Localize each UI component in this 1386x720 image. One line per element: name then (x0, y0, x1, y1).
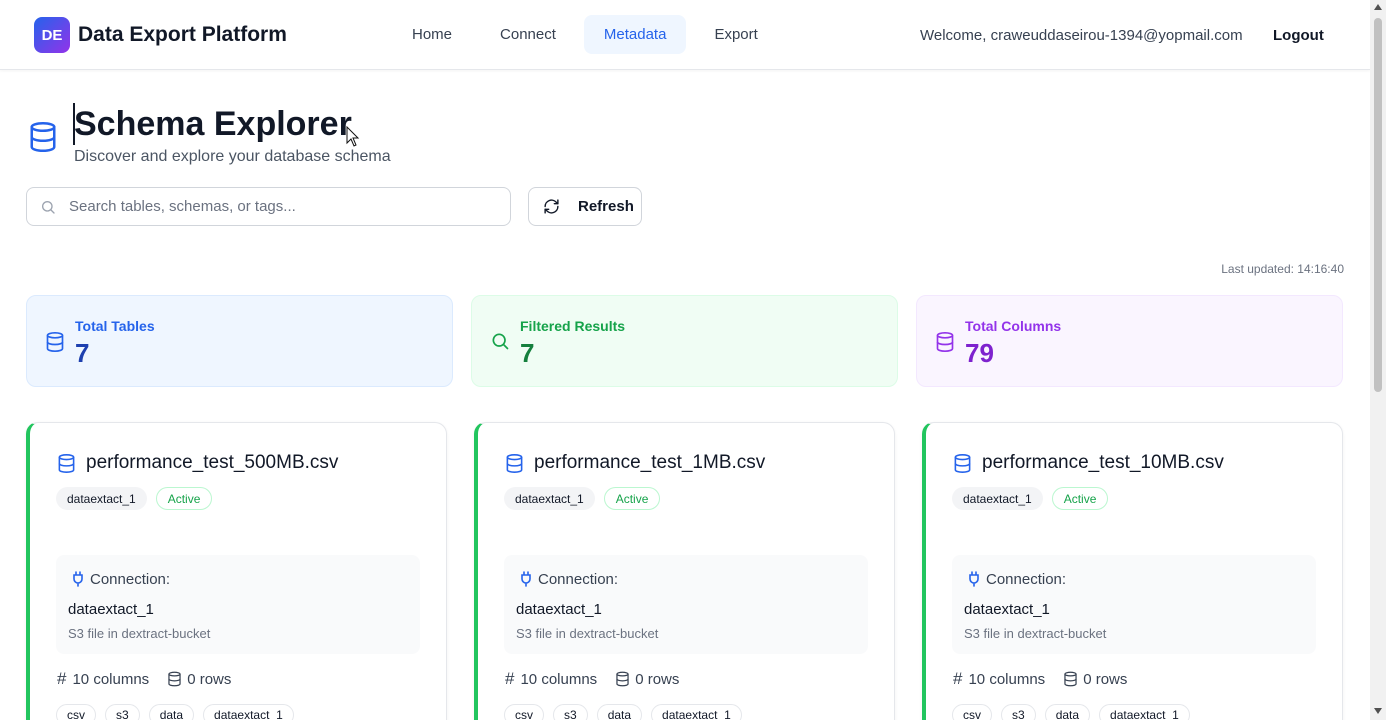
database-icon (30, 122, 56, 153)
row-count: 0 rows (635, 670, 680, 688)
mouse-pointer-icon (346, 126, 360, 147)
table-name[interactable]: performance_test_1MB.csv (534, 452, 765, 474)
connection-name: dataextact_1 (516, 601, 602, 618)
page-subtitle: Discover and explore your database schem… (74, 148, 391, 165)
hash-icon: # (505, 669, 515, 688)
database-icon (1064, 671, 1077, 687)
page-title: Schema Explorer (74, 105, 352, 143)
plug-icon (969, 571, 979, 587)
connection-description: S3 file in dextract-bucket (964, 626, 1107, 641)
row-count: 0 rows (187, 670, 232, 688)
column-count: 10 columns (72, 670, 150, 688)
stat-value: 7 (520, 338, 535, 368)
connection-description: S3 file in dextract-bucket (516, 626, 659, 641)
schema-badge: dataextact_1 (504, 487, 595, 510)
stat-filtered-results: Filtered Results 7 (471, 295, 898, 387)
nav-connect[interactable]: Connect (480, 15, 576, 54)
schema-badge: dataextact_1 (952, 487, 1043, 510)
tag[interactable]: s3 (553, 704, 588, 720)
connection-label: Connection: (90, 571, 171, 588)
status-badge: Active (603, 487, 661, 510)
search-input[interactable] (69, 188, 499, 225)
database-icon (58, 453, 75, 474)
connection-name: dataextact_1 (964, 601, 1050, 618)
column-count: 10 columns (520, 670, 598, 688)
connection-panel: Connection: dataextact_1 S3 file in dext… (504, 555, 868, 654)
database-icon (954, 453, 971, 474)
table-card[interactable]: performance_test_1MB.csv dataextact_1 Ac… (474, 422, 895, 720)
welcome-text: Welcome, craweuddaseirou-1394@yopmail.co… (920, 27, 1243, 44)
tag[interactable]: data (596, 704, 643, 720)
hash-icon: # (953, 669, 963, 688)
table-name[interactable]: performance_test_500MB.csv (86, 452, 338, 474)
search-icon (42, 201, 55, 214)
tag[interactable]: dataextact_1 (1099, 704, 1190, 720)
database-icon (168, 671, 181, 687)
logout-button[interactable]: Logout (1261, 17, 1336, 53)
schema-badge: dataextact_1 (56, 487, 147, 510)
stat-label: Filtered Results (520, 318, 626, 334)
status-badge: Active (155, 487, 213, 510)
database-icon (616, 671, 629, 687)
last-updated-text: Last updated: 14:16:40 (1221, 262, 1344, 276)
database-icon (936, 332, 954, 353)
search-icon (492, 333, 509, 350)
stat-label: Total Columns (965, 318, 1062, 334)
hash-icon: # (57, 669, 67, 688)
connection-description: S3 file in dextract-bucket (68, 626, 211, 641)
stat-value: 7 (75, 338, 90, 368)
refresh-label: Refresh (578, 198, 634, 215)
scroll-up-arrow-icon[interactable] (1374, 4, 1382, 10)
refresh-button[interactable]: Refresh (528, 187, 642, 226)
tag[interactable]: s3 (1001, 704, 1036, 720)
nav-export[interactable]: Export (694, 15, 777, 54)
connection-label: Connection: (986, 571, 1067, 588)
tag[interactable]: csv (504, 704, 544, 720)
stat-total-columns: Total Columns 79 (916, 295, 1343, 387)
vertical-scrollbar[interactable] (1370, 0, 1386, 720)
tag[interactable]: data (148, 704, 195, 720)
tag[interactable]: dataextact_1 (651, 704, 742, 720)
connection-panel: Connection: dataextact_1 S3 file in dext… (952, 555, 1316, 654)
scroll-thumb[interactable] (1374, 18, 1382, 392)
connection-panel: Connection: dataextact_1 S3 file in dext… (56, 555, 420, 654)
tag[interactable]: csv (952, 704, 992, 720)
connection-name: dataextact_1 (68, 601, 154, 618)
nav-metadata[interactable]: Metadata (583, 15, 687, 54)
status-badge: Active (1051, 487, 1109, 510)
main-nav: Home Connect Metadata Export (392, 15, 778, 54)
tag[interactable]: dataextact_1 (203, 704, 294, 720)
plug-icon (73, 571, 83, 587)
tag[interactable]: data (1044, 704, 1091, 720)
search-box (26, 187, 511, 226)
tag[interactable]: csv (56, 704, 96, 720)
brand-title[interactable]: Data Export Platform (78, 23, 287, 47)
plug-icon (521, 571, 531, 587)
column-count: 10 columns (968, 670, 1046, 688)
tag[interactable]: s3 (105, 704, 140, 720)
database-icon (506, 453, 523, 474)
table-name[interactable]: performance_test_10MB.csv (982, 452, 1224, 474)
logo[interactable]: DE (34, 17, 70, 53)
stat-total-tables: Total Tables 7 (26, 295, 453, 387)
stat-label: Total Tables (75, 318, 155, 334)
database-icon (46, 332, 64, 353)
top-navbar: DE Data Export Platform Home Connect Met… (0, 0, 1370, 70)
stat-value: 79 (965, 338, 994, 368)
nav-home[interactable]: Home (392, 15, 472, 54)
scroll-down-arrow-icon[interactable] (1374, 708, 1382, 714)
table-card[interactable]: performance_test_500MB.csv dataextact_1 … (26, 422, 447, 720)
table-card[interactable]: performance_test_10MB.csv dataextact_1 A… (922, 422, 1343, 720)
refresh-icon (544, 199, 559, 214)
row-count: 0 rows (1083, 670, 1128, 688)
connection-label: Connection: (538, 571, 619, 588)
